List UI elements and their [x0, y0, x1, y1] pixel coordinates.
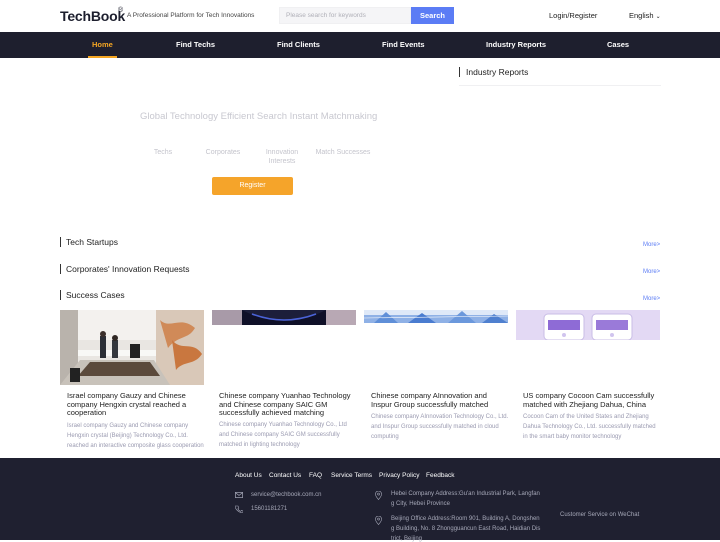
footer-link-faq[interactable]: FAQ [309, 472, 322, 479]
language-label: English [629, 11, 654, 20]
industry-reports-heading: Industry Reports [459, 67, 528, 77]
location-icon [375, 516, 382, 525]
case-card[interactable]: Chinese company Yuanhao Technology and C… [212, 310, 356, 454]
section-heading-innovation-requests: Corporates' Innovation Requests [60, 264, 190, 274]
footer-address-hebei-cont: g City, Hebei Province [391, 501, 450, 507]
case-description: Israel company Gauzy and Chinese company… [67, 423, 204, 449]
case-image-meeting-room [60, 310, 204, 385]
stat-innovation-interests: Innovation Interests [265, 149, 299, 165]
language-selector[interactable]: English ⌄ [629, 11, 661, 20]
top-bar: TechBook ® A Professional Platform for T… [0, 0, 720, 32]
footer-address-beijing-cont: g Building, No. 8 Zhongguancun East Road… [391, 526, 541, 532]
chevron-down-icon: ⌄ [655, 14, 661, 20]
mail-icon [235, 492, 243, 498]
more-link-innovation-requests[interactable]: More> [643, 269, 660, 275]
section-heading-success-cases: Success Cases [60, 290, 125, 300]
slogan: A Professional Platform for Tech Innovat… [127, 12, 255, 19]
footer-address-beijing: Beijing Office Address:Room 901, Buildin… [391, 516, 540, 522]
nav-item-cases[interactable]: Cases [607, 32, 629, 58]
divider [459, 85, 661, 86]
case-description: Cocoon Cam of the United States and Zhej… [523, 414, 656, 440]
section-heading-tech-startups: Tech Startups [60, 237, 118, 247]
case-card[interactable]: US company Cocoon Cam successfully match… [516, 310, 660, 454]
nav-item-find-clients[interactable]: Find Clients [277, 32, 320, 58]
case-description: Chinese company AInnovation Technology C… [371, 414, 509, 440]
footer-link-service-terms[interactable]: Service Terms [331, 472, 372, 479]
search-button[interactable]: Search [411, 7, 454, 24]
login-register-link[interactable]: Login/Register [549, 11, 597, 20]
nav-item-find-techs[interactable]: Find Techs [176, 32, 215, 58]
stat-techs: Techs [153, 149, 173, 156]
footer: About Us Contact Us FAQ Service Terms Pr… [0, 458, 720, 542]
case-image-car-lights [212, 310, 356, 325]
footer-email[interactable]: service@techbook.com.cn [251, 492, 321, 498]
case-card[interactable]: Chinese company AInnovation and Inspur G… [364, 310, 508, 454]
nav-item-find-events[interactable]: Find Events [382, 32, 425, 58]
location-icon [375, 491, 382, 500]
case-title[interactable]: US company Cocoon Cam successfully match… [523, 391, 661, 409]
case-title[interactable]: Chinese company AInnovation and Inspur G… [371, 391, 509, 409]
stat-match-successes: Match Successes [315, 149, 371, 156]
footer-link-privacy-policy[interactable]: Privacy Policy [379, 472, 419, 479]
case-card[interactable]: Israel company Gauzy and Chinese company… [60, 310, 204, 454]
search-input[interactable] [279, 7, 411, 24]
footer-wechat-service: Customer Service on WeChat [560, 512, 640, 518]
case-description: Chinese company Yuanhao Technology Co., … [219, 422, 347, 448]
case-title[interactable]: Israel company Gauzy and Chinese company… [67, 391, 205, 418]
case-image-network [364, 310, 508, 323]
footer-link-about-us[interactable]: About Us [235, 472, 262, 479]
more-link-success-cases[interactable]: More> [643, 296, 660, 302]
footer-address-beijing-end: trict, Beijing [391, 536, 423, 542]
footer-link-contact-us[interactable]: Contact Us [269, 472, 301, 479]
footer-phone: 15601181271 [251, 506, 288, 512]
stat-corporates: Corporates [205, 149, 241, 156]
registered-mark: ® [118, 7, 124, 14]
footer-link-feedback[interactable]: Feedback [426, 472, 455, 479]
case-title[interactable]: Chinese company Yuanhao Technology and C… [219, 391, 357, 418]
case-image-baby-monitor-app [516, 310, 660, 340]
phone-icon [235, 505, 243, 513]
logo[interactable]: TechBook [60, 8, 125, 24]
nav-item-industry-reports[interactable]: Industry Reports [486, 32, 546, 58]
footer-address-hebei: Hebei Company Address:Gu'an Industrial P… [391, 491, 540, 497]
register-button[interactable]: Register [212, 177, 293, 195]
hero-title: Global Technology Efficient Search Insta… [140, 111, 378, 122]
main-nav: Home Find Techs Find Clients Find Events… [0, 32, 720, 58]
more-link-tech-startups[interactable]: More> [643, 242, 660, 248]
nav-item-home[interactable]: Home [88, 32, 117, 58]
